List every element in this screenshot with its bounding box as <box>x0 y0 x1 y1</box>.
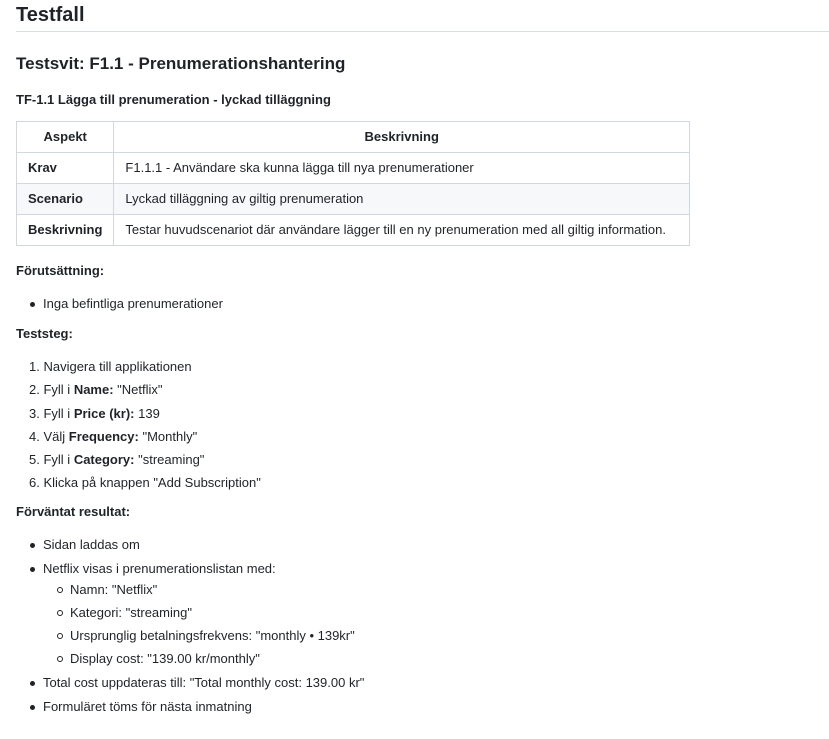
step-number: 6. <box>29 475 40 491</box>
sub-list-item: Namn: "Netflix" <box>57 580 829 600</box>
expected-label: Förväntat resultat: <box>16 504 131 520</box>
page-title: Testfall <box>16 0 829 32</box>
table-header-row: Aspekt Beskrivning <box>15 121 690 153</box>
table-row: Beskrivning Testar huvudscenariot där an… <box>15 214 690 246</box>
case-title: TF-1.1 Lägga till prenumeration - lyckad… <box>16 92 331 107</box>
table-cell-aspect: Scenario <box>15 183 115 215</box>
table-cell-description: Lyckad tilläggning av giltig prenumerati… <box>113 183 690 215</box>
field-value: "streaming" <box>134 452 205 468</box>
steps-label: Teststeg: <box>16 326 73 341</box>
table-cell-description: Testar huvudscenariot där användare lägg… <box>113 214 690 246</box>
document: Testfall Testsvit: F1.1 - Prenumerations… <box>0 0 829 717</box>
table-cell-aspect: Krav <box>15 152 115 184</box>
step-number: 2. <box>29 382 40 398</box>
suite-title: Testsvit: F1.1 - Prenumerationshantering <box>16 54 346 73</box>
field-name: Name: <box>73 382 114 398</box>
field-value: 139 <box>134 405 160 421</box>
step-text: Fyll i <box>43 382 74 398</box>
field-name: Price (kr): <box>73 405 135 421</box>
preconditions-label: Förutsättning: <box>16 263 105 278</box>
list-item: Formuläret töms för nästa inmatning <box>30 697 829 717</box>
sub-list-item: Display cost: "139.00 kr/monthly" <box>57 649 829 669</box>
list-item: 4. Välj Frequency: "Monthly" <box>29 427 829 447</box>
field-name: Frequency: <box>68 428 139 444</box>
step-number: 3. <box>29 405 40 421</box>
field-name: Category: <box>73 452 135 468</box>
table-row: Krav F1.1.1 - Användare ska kunna lägga … <box>15 152 690 184</box>
table-row: Scenario Lyckad tilläggning av giltig pr… <box>15 183 690 215</box>
step-text: Fyll i <box>43 452 74 468</box>
preconditions-list: Inga befintliga prenumerationer <box>16 294 829 314</box>
step-text: Fyll i <box>43 405 74 421</box>
table-cell-aspect: Beskrivning <box>15 214 115 246</box>
step-text: Klicka på knappen "Add Subscription" <box>43 475 261 491</box>
expected-list: Sidan laddas om Netflix visas i prenumer… <box>16 535 829 717</box>
table-header-description: Beskrivning <box>113 121 690 153</box>
list-item: 2. Fyll i Name: "Netflix" <box>29 380 829 400</box>
list-item: 6. Klicka på knappen "Add Subscription" <box>29 473 829 493</box>
step-number: 1. <box>29 359 40 374</box>
field-value: "Monthly" <box>138 428 198 444</box>
expected-sublist: Namn: "Netflix" Kategori: "streaming" Ur… <box>43 580 829 669</box>
step-text: Välj <box>43 428 69 444</box>
list-item: Netflix visas i prenumerationslistan med… <box>30 559 829 669</box>
field-value: "Netflix" <box>113 382 163 398</box>
aspect-table: Aspekt Beskrivning Krav F1.1.1 - Använda… <box>15 121 690 246</box>
step-number: 4. <box>29 428 40 444</box>
list-item: Total cost uppdateras till: "Total month… <box>30 673 829 693</box>
steps-list: 1. Navigera till applikationen 2. Fyll i… <box>16 357 829 493</box>
list-item: 3. Fyll i Price (kr): 139 <box>29 404 829 424</box>
list-item: Sidan laddas om <box>30 535 829 555</box>
list-item: Inga befintliga prenumerationer <box>30 294 829 314</box>
table-cell-description: F1.1.1 - Användare ska kunna lägga till … <box>113 152 690 184</box>
list-item: 5. Fyll i Category: "streaming" <box>29 450 829 470</box>
list-item-text: Netflix visas i prenumerationslistan med… <box>43 561 276 577</box>
step-number: 5. <box>29 452 40 468</box>
table-header-aspect: Aspekt <box>15 121 115 153</box>
step-text: Navigera till applikationen <box>43 359 192 374</box>
list-item: 1. Navigera till applikationen <box>29 357 829 377</box>
sub-list-item: Kategori: "streaming" <box>57 603 829 623</box>
sub-list-item: Ursprunglig betalningsfrekvens: "monthly… <box>57 626 829 646</box>
